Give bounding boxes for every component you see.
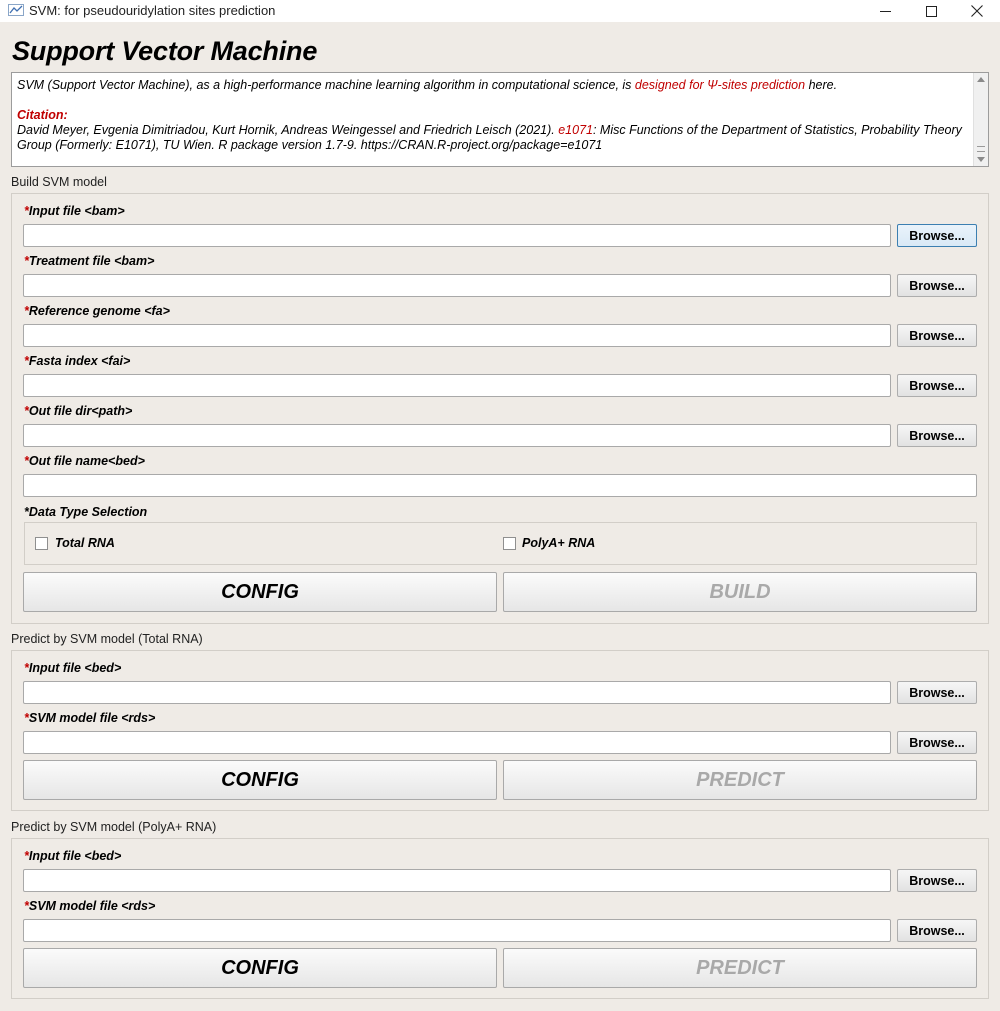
build-reference-browse-button[interactable]: Browse... — [897, 324, 977, 347]
label-text: SVM model file <rds> — [28, 711, 156, 725]
predict-total-input-field[interactable] — [23, 681, 891, 704]
close-button[interactable] — [954, 0, 1000, 22]
build-fasta-index-browse-button[interactable]: Browse... — [897, 374, 977, 397]
predict-polya-input-field[interactable] — [23, 869, 891, 892]
predict-total-section-title: Predict by SVM model (Total RNA) — [11, 632, 203, 646]
total-rna-label[interactable]: Total RNA — [55, 536, 115, 550]
scroll-up-icon[interactable] — [977, 77, 985, 82]
predict-polya-model-label: *SVM model file <rds> — [24, 899, 155, 913]
build-treatment-field[interactable] — [23, 274, 891, 297]
polya-rna-checkbox[interactable] — [503, 537, 516, 550]
citation-label: Citation: — [17, 108, 68, 122]
info-textbox[interactable]: SVM (Support Vector Machine), as a high-… — [11, 72, 989, 167]
info-text: SVM (Support Vector Machine), as a high-… — [17, 78, 967, 153]
title-bar: SVM: for pseudouridylation sites predict… — [0, 0, 1000, 22]
predict-total-model-field[interactable] — [23, 731, 891, 754]
label-text: Input file <bam> — [28, 204, 125, 218]
predict-polya-model-field[interactable] — [23, 919, 891, 942]
predict-total-model-browse-button[interactable]: Browse... — [897, 731, 977, 754]
build-config-button[interactable]: CONFIG — [23, 572, 497, 612]
build-button[interactable]: BUILD — [503, 572, 977, 612]
label-text: Fasta index <fai> — [28, 354, 131, 368]
intro-line: SVM (Support Vector Machine), as a high-… — [17, 78, 967, 93]
intro-text: SVM (Support Vector Machine), as a high-… — [17, 78, 635, 92]
label-text: Reference genome <fa> — [28, 304, 170, 318]
maximize-icon — [925, 5, 937, 17]
build-out-dir-label: *Out file dir<path> — [24, 404, 132, 418]
polya-rna-label[interactable]: PolyA+ RNA — [522, 536, 595, 550]
build-out-name-field[interactable] — [23, 474, 977, 497]
predict-polya-input-browse-button[interactable]: Browse... — [897, 869, 977, 892]
build-input-field[interactable] — [23, 224, 891, 247]
predict-polya-model-browse-button[interactable]: Browse... — [897, 919, 977, 942]
build-out-dir-browse-button[interactable]: Browse... — [897, 424, 977, 447]
label-text: Treatment file <bam> — [28, 254, 155, 268]
minimize-button[interactable] — [862, 0, 908, 22]
predict-total-model-label: *SVM model file <rds> — [24, 711, 155, 725]
build-out-name-label: *Out file name<bed> — [24, 454, 145, 468]
page-title: Support Vector Machine — [12, 36, 318, 66]
build-reference-field[interactable] — [23, 324, 891, 347]
citation-authors: David Meyer, Evgenia Dimitriadou, Kurt H… — [17, 123, 559, 137]
info-scrollbar[interactable] — [973, 73, 988, 166]
intro-highlight: designed for Ψ-sites prediction — [634, 78, 806, 92]
build-fasta-index-label: *Fasta index <fai> — [24, 354, 130, 368]
build-section-title: Build SVM model — [11, 175, 107, 189]
build-reference-label: *Reference genome <fa> — [24, 304, 170, 318]
build-fasta-index-field[interactable] — [23, 374, 891, 397]
predict-polya-config-button[interactable]: CONFIG — [23, 948, 497, 988]
close-icon — [971, 5, 983, 17]
predict-polya-input-label: *Input file <bed> — [24, 849, 121, 863]
predict-total-config-button[interactable]: CONFIG — [23, 760, 497, 800]
window-title: SVM: for pseudouridylation sites predict… — [29, 3, 276, 18]
label-text: Input file <bed> — [28, 849, 122, 863]
scroll-down-icon[interactable] — [977, 157, 985, 162]
predict-polya-button[interactable]: PREDICT — [503, 948, 977, 988]
maximize-button[interactable] — [908, 0, 954, 22]
data-type-label: *Data Type Selection — [24, 505, 148, 519]
predict-total-button[interactable]: PREDICT — [503, 760, 977, 800]
build-input-label: *Input file <bam> — [24, 204, 125, 218]
predict-total-input-label: *Input file <bed> — [24, 661, 121, 675]
data-type-group — [24, 522, 977, 565]
label-text: Out file dir<path> — [28, 404, 133, 418]
label-text: Out file name<bed> — [28, 454, 145, 468]
build-out-dir-field[interactable] — [23, 424, 891, 447]
citation-package: e1071 — [558, 123, 593, 137]
label-text: Input file <bed> — [28, 661, 122, 675]
total-rna-checkbox[interactable] — [35, 537, 48, 550]
predict-polya-section-title: Predict by SVM model (PolyA+ RNA) — [11, 820, 217, 834]
app-icon — [8, 4, 24, 16]
label-text: SVM model file <rds> — [28, 899, 156, 913]
citation-text: David Meyer, Evgenia Dimitriadou, Kurt H… — [17, 123, 967, 153]
build-input-browse-button[interactable]: Browse... — [897, 224, 977, 247]
build-treatment-label: *Treatment file <bam> — [24, 254, 154, 268]
predict-total-input-browse-button[interactable]: Browse... — [897, 681, 977, 704]
minimize-icon — [879, 10, 891, 12]
build-treatment-browse-button[interactable]: Browse... — [897, 274, 977, 297]
scroll-thumb[interactable] — [977, 146, 985, 152]
intro-tail: here. — [805, 78, 838, 92]
